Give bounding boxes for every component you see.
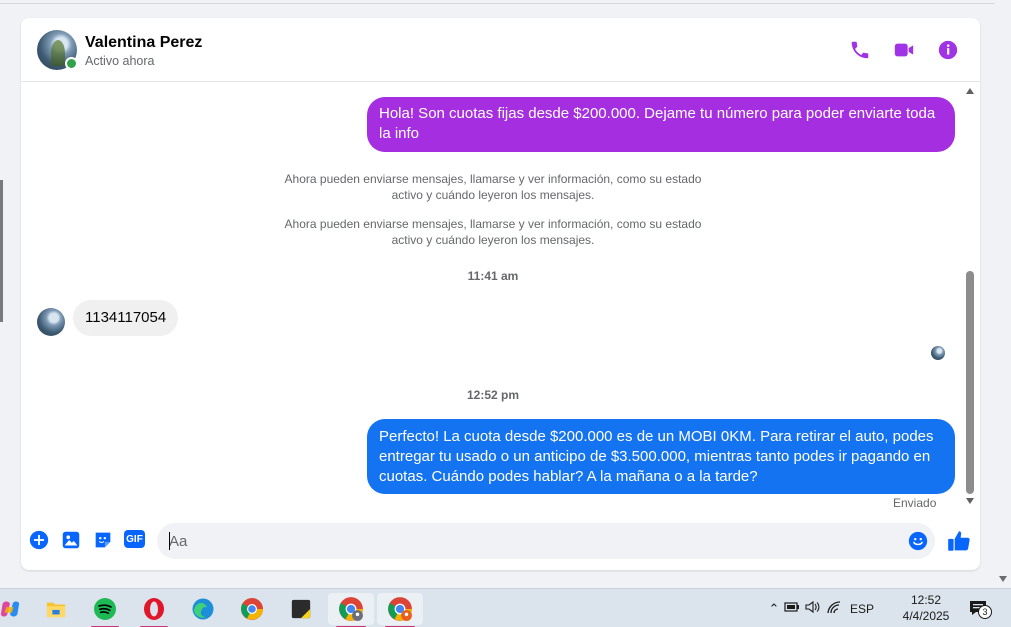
info-icon[interactable] [936,38,960,62]
system-tray: ⌃ ESP [766,589,874,627]
page-scroll-down-icon[interactable] [999,576,1007,582]
photo-icon[interactable] [60,529,82,551]
emoji-icon[interactable] [907,530,929,552]
clock-date: 4/4/2025 [902,609,950,623]
message-input[interactable] [157,523,935,559]
message-outgoing[interactable]: Perfecto! La cuota desde $200.000 es de … [367,419,955,494]
chat-header: Valentina Perez Activo ahora [21,18,980,82]
wifi-icon[interactable] [822,600,846,617]
volume-icon[interactable] [802,600,822,617]
left-edge-bar [0,180,3,322]
page-scrollbar[interactable] [995,0,1011,588]
gif-icon[interactable]: GIF [124,530,145,548]
scroll-up-icon[interactable] [966,88,974,94]
scroll-down-icon[interactable] [966,498,974,504]
phone-icon[interactable] [848,38,872,62]
file-explorer-icon[interactable] [40,593,72,625]
chrome-profile-1-icon[interactable] [328,593,374,627]
opera-icon[interactable] [138,593,170,627]
system-message: Ahora pueden enviarse mensajes, llamarse… [284,217,702,247]
text-caret [169,532,170,550]
edge-icon[interactable] [187,593,219,625]
messages-scrollbar-thumb[interactable] [966,271,974,494]
chat-window: Valentina Perez Activo ahora Hola! Son c… [21,18,980,570]
contact-status: Activo ahora [85,54,155,68]
message-incoming[interactable]: 1134117054 [73,300,179,336]
battery-icon[interactable] [782,601,802,616]
chrome-icon[interactable] [236,593,268,625]
timestamp-separator: 12:52 pm [466,388,520,402]
message-composer: GIF [21,516,980,570]
spotify-icon[interactable] [89,593,121,627]
system-message: Ahora pueden enviarse mensajes, llamarse… [284,172,702,202]
notification-count-badge: 3 [978,605,992,619]
window-top-line [0,3,995,4]
taskbar-clock[interactable]: 12:52 4/4/2025 [898,592,954,624]
timestamp-separator: 11:41 am [467,269,519,283]
online-status-dot [65,57,78,70]
copilot-icon[interactable] [0,593,26,625]
sticker-icon[interactable] [92,529,114,551]
sent-status: Enviado [893,496,937,510]
language-indicator[interactable]: ESP [850,602,874,616]
contact-avatar-small[interactable] [37,308,65,336]
contact-name[interactable]: Valentina Perez [85,34,202,52]
clock-time: 12:52 [910,593,942,607]
chrome-profile-2-icon[interactable] [377,593,423,627]
message-outgoing[interactable]: Hola! Son cuotas fijas desde $200.000. D… [367,97,955,152]
chevron-up-icon[interactable]: ⌃ [766,601,782,617]
video-icon[interactable] [892,38,916,62]
seen-indicator-avatar [931,346,945,360]
windows-taskbar: ⌃ ESP 12:52 4/4/2025 3 [0,588,1011,627]
plus-icon[interactable] [28,529,50,551]
like-icon[interactable] [946,528,972,554]
sticky-notes-icon[interactable] [285,593,317,625]
